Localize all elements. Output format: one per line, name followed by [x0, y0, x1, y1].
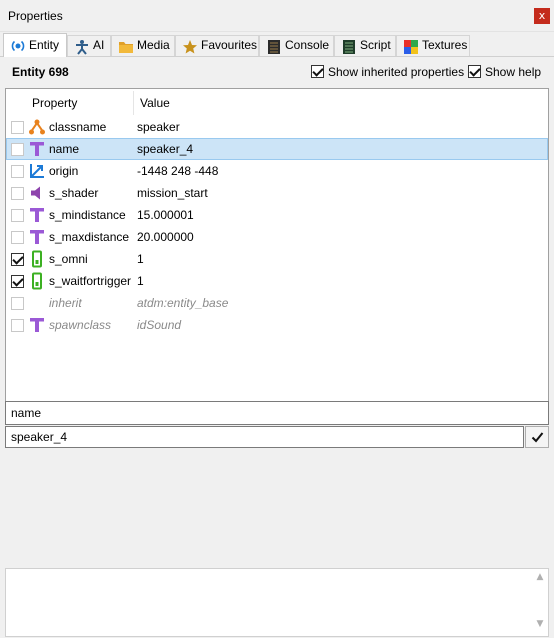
property-row-spawnclass[interactable]: spawnclass idSound	[6, 314, 548, 336]
value-field[interactable]: speaker_4	[5, 426, 524, 448]
show-help-checkbox[interactable]	[468, 65, 481, 78]
property-value: 15.000001	[137, 208, 194, 222]
property-value: 1	[137, 252, 144, 266]
property-row-s-maxdistance[interactable]: s_maxdistance 20.000000	[6, 226, 548, 248]
property-value: speaker_4	[137, 142, 194, 156]
show-help-option[interactable]: Show help	[468, 63, 541, 81]
property-row-origin[interactable]: origin -1448 248 -448	[6, 160, 548, 182]
property-name: name	[49, 142, 80, 156]
scroll-down-arrow-icon[interactable]: ▼	[533, 619, 547, 633]
row-checkbox[interactable]	[11, 231, 24, 244]
show-help-label: Show help	[485, 65, 542, 79]
property-name: s_mindistance	[49, 208, 126, 222]
tab-script[interactable]: Script	[334, 35, 396, 56]
row-checkbox[interactable]	[11, 121, 24, 134]
title-bar: Properties x	[0, 0, 554, 32]
show-inherited-option[interactable]: Show inherited properties	[311, 63, 464, 81]
boolean-icon	[32, 272, 42, 290]
scroll-up-arrow-icon[interactable]: ▲	[533, 572, 547, 586]
property-row-classname[interactable]: classname speaker	[6, 116, 548, 138]
script-icon	[343, 40, 355, 54]
property-value: speaker	[137, 120, 180, 134]
tab-console[interactable]: Console	[259, 35, 334, 56]
ai-icon	[76, 40, 88, 55]
entity-icon	[11, 40, 25, 52]
property-row-inherit[interactable]: inherit atdm:entity_base	[6, 292, 548, 314]
checkmark-icon	[531, 432, 544, 443]
tab-label: Textures	[422, 38, 468, 52]
row-checkbox[interactable]	[11, 253, 24, 266]
help-text-area[interactable]: ▲ ▼	[5, 568, 549, 637]
row-checkbox[interactable]	[11, 165, 24, 178]
tab-media[interactable]: Media	[111, 35, 175, 56]
console-icon	[268, 40, 280, 54]
property-name: inherit	[49, 296, 82, 310]
property-row-s-omni[interactable]: s_omni 1	[6, 248, 548, 270]
row-checkbox[interactable]	[11, 187, 24, 200]
row-checkbox[interactable]	[11, 319, 24, 332]
text-icon	[30, 318, 44, 332]
property-name: origin	[49, 164, 79, 178]
column-separator[interactable]	[133, 91, 134, 115]
property-row-s-waitfortrigger[interactable]: s_waitfortrigger 1	[6, 270, 548, 292]
property-name: s_omni	[49, 252, 88, 266]
tab-bar: Entity AI Media Favourites Console Scrip…	[0, 33, 554, 57]
tab-label: AI	[93, 38, 105, 52]
key-field[interactable]: name	[5, 401, 549, 425]
property-value: 1	[137, 274, 144, 288]
sound-icon	[31, 186, 40, 200]
tab-textures[interactable]: Textures	[396, 35, 470, 56]
property-value: 20.000000	[137, 230, 194, 244]
row-checkbox[interactable]	[11, 209, 24, 222]
property-value: atdm:entity_base	[137, 296, 229, 310]
property-name: s_shader	[49, 186, 99, 200]
tab-label: Script	[360, 38, 391, 52]
boolean-icon	[32, 250, 42, 268]
textures-icon	[404, 40, 418, 54]
entity-panel: Entity 698 Show inherited properties Sho…	[0, 57, 554, 638]
column-header-property[interactable]: Property	[32, 96, 77, 110]
tab-label: Console	[285, 38, 330, 52]
tab-label: Favourites	[201, 38, 258, 52]
property-name: classname	[49, 120, 107, 134]
value-field-value: speaker_4	[11, 430, 68, 444]
text-icon	[30, 230, 44, 244]
show-inherited-label: Show inherited properties	[328, 65, 465, 79]
classname-icon	[29, 119, 45, 135]
column-header-value[interactable]: Value	[140, 96, 170, 110]
window-title: Properties	[8, 9, 63, 23]
property-value: idSound	[137, 318, 182, 332]
apply-button[interactable]	[525, 426, 549, 448]
text-icon	[30, 142, 44, 156]
property-name: s_waitfortrigger	[49, 274, 132, 288]
row-checkbox[interactable]	[11, 275, 24, 288]
property-row-name[interactable]: name speaker_4	[6, 138, 548, 160]
row-checkbox[interactable]	[11, 297, 24, 310]
close-button[interactable]: x	[534, 8, 550, 24]
tab-favourites[interactable]: Favourites	[175, 35, 259, 56]
show-inherited-checkbox[interactable]	[311, 65, 324, 78]
tab-label: Media	[137, 38, 170, 52]
property-row-s-shader[interactable]: s_shader mission_start	[6, 182, 548, 204]
key-field-value: name	[11, 406, 42, 420]
property-name: spawnclass	[49, 318, 112, 332]
entity-title: Entity 698	[12, 65, 69, 79]
property-tree[interactable]: Property Value classname speaker name sp…	[5, 88, 549, 402]
folder-icon	[119, 42, 133, 53]
tab-label: Entity	[29, 38, 60, 52]
tab-entity[interactable]: Entity	[3, 33, 67, 57]
property-row-s-mindistance[interactable]: s_mindistance 15.000001	[6, 204, 548, 226]
vector-icon	[30, 164, 44, 178]
tree-header: Property Value	[6, 89, 548, 116]
star-icon	[183, 40, 197, 54]
property-name: s_maxdistance	[49, 230, 130, 244]
row-checkbox[interactable]	[11, 143, 24, 156]
property-value: mission_start	[137, 186, 208, 200]
text-icon	[30, 208, 44, 222]
property-value: -1448 248 -448	[137, 164, 219, 178]
tab-ai[interactable]: AI	[67, 35, 111, 56]
